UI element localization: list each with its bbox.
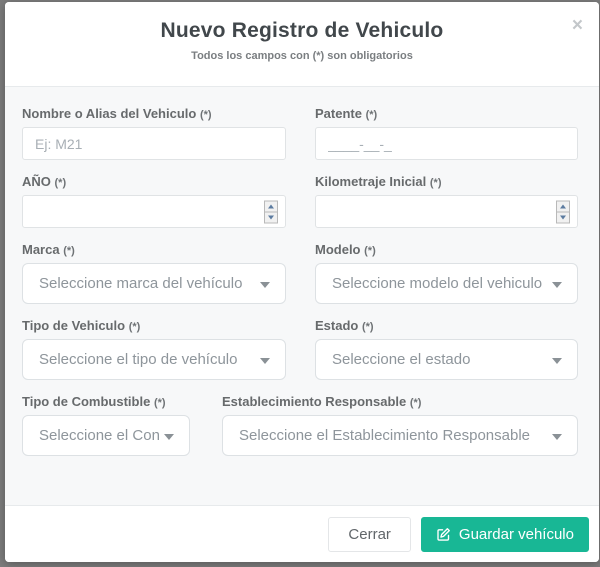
edit-icon <box>436 527 451 542</box>
chevron-down-icon <box>552 282 562 288</box>
kilometraje-spinner <box>556 200 570 223</box>
field-tipo-vehiculo: Tipo de Vehiculo (*) Seleccione el tipo … <box>22 318 286 380</box>
anio-label: AÑO (*) <box>22 174 286 189</box>
field-nombre: Nombre o Alias del Vehiculo (*) <box>22 106 286 160</box>
kilometraje-input[interactable] <box>315 195 578 228</box>
guardar-vehiculo-button[interactable]: Guardar vehículo <box>421 517 589 552</box>
combustible-label-text: Tipo de Combustible <box>22 394 150 409</box>
kilometraje-spinner-down-icon[interactable] <box>556 212 570 223</box>
form-row-1: Nombre o Alias del Vehiculo (*) Patente … <box>22 106 583 160</box>
estado-required-mark: (*) <box>362 321 374 333</box>
modelo-select[interactable]: Seleccione modelo del vehiculo <box>315 263 578 304</box>
tipo-vehiculo-label-text: Tipo de Vehiculo <box>22 318 125 333</box>
anio-spinner <box>264 200 278 223</box>
form-row-4: Tipo de Vehiculo (*) Seleccione el tipo … <box>22 318 583 380</box>
chevron-down-icon <box>552 358 562 364</box>
nombre-label-text: Nombre o Alias del Vehiculo <box>22 106 196 121</box>
modal-title: Nuevo Registro de Vehiculo <box>5 19 599 43</box>
form-row-3: Marca (*) Seleccione marca del vehículo … <box>22 242 583 304</box>
anio-number-field <box>22 195 286 228</box>
anio-input[interactable] <box>22 195 286 228</box>
field-combustible: Tipo de Combustible (*) Seleccione el Co… <box>22 394 190 456</box>
establecimiento-select[interactable]: Seleccione el Establecimiento Responsabl… <box>222 415 578 456</box>
kilometraje-label-text: Kilometraje Inicial <box>315 174 426 189</box>
guardar-vehiculo-label: Guardar vehículo <box>459 526 574 543</box>
marca-required-mark: (*) <box>63 245 75 257</box>
chevron-down-icon <box>260 358 270 364</box>
tipo-vehiculo-label: Tipo de Vehiculo (*) <box>22 318 286 333</box>
field-kilometraje: Kilometraje Inicial (*) <box>315 174 578 228</box>
form-row-5: Tipo de Combustible (*) Seleccione el Co… <box>22 394 583 456</box>
anio-label-text: AÑO <box>22 174 51 189</box>
chevron-down-icon <box>164 434 174 440</box>
modelo-select-value: Seleccione modelo del vehiculo <box>332 275 542 292</box>
establecimiento-label: Establecimiento Responsable (*) <box>222 394 578 409</box>
chevron-down-icon <box>552 434 562 440</box>
form-row-2: AÑO (*) Kilometraje Inicial (*) <box>22 174 583 228</box>
kilometraje-label: Kilometraje Inicial (*) <box>315 174 578 189</box>
marca-label: Marca (*) <box>22 242 286 257</box>
tipo-vehiculo-select[interactable]: Seleccione el tipo de vehículo <box>22 339 286 380</box>
nombre-required-mark: (*) <box>200 109 212 121</box>
patente-label: Patente (*) <box>315 106 578 121</box>
anio-spinner-down-icon[interactable] <box>264 212 278 223</box>
combustible-select[interactable]: Seleccione el Con <box>22 415 190 456</box>
patente-required-mark: (*) <box>366 109 378 121</box>
modelo-label: Modelo (*) <box>315 242 578 257</box>
combustible-select-value: Seleccione el Con <box>39 427 159 444</box>
tipo-vehiculo-select-value: Seleccione el tipo de vehículo <box>39 351 237 368</box>
close-icon[interactable]: × <box>572 16 583 35</box>
tipo-vehiculo-required-mark: (*) <box>129 321 141 333</box>
modal-footer: Cerrar Guardar vehículo <box>5 505 599 562</box>
patente-input[interactable] <box>315 127 578 160</box>
establecimiento-required-mark: (*) <box>410 397 422 409</box>
modelo-label-text: Modelo <box>315 242 361 257</box>
field-estado: Estado (*) Seleccione el estado <box>315 318 578 380</box>
establecimiento-label-text: Establecimiento Responsable <box>222 394 406 409</box>
anio-required-mark: (*) <box>55 177 67 189</box>
estado-label-text: Estado <box>315 318 358 333</box>
marca-label-text: Marca <box>22 242 60 257</box>
cerrar-button[interactable]: Cerrar <box>328 517 411 552</box>
field-marca: Marca (*) Seleccione marca del vehículo <box>22 242 286 304</box>
field-establecimiento: Establecimiento Responsable (*) Seleccio… <box>222 394 578 456</box>
establecimiento-select-value: Seleccione el Establecimiento Responsabl… <box>239 427 530 444</box>
marca-select-value: Seleccione marca del vehículo <box>39 275 242 292</box>
estado-label: Estado (*) <box>315 318 578 333</box>
kilometraje-spinner-up-icon[interactable] <box>556 200 570 212</box>
combustible-label: Tipo de Combustible (*) <box>22 394 190 409</box>
kilometraje-number-field <box>315 195 578 228</box>
kilometraje-required-mark: (*) <box>430 177 442 189</box>
combustible-required-mark: (*) <box>154 397 166 409</box>
anio-spinner-up-icon[interactable] <box>264 200 278 212</box>
field-modelo: Modelo (*) Seleccione modelo del vehicul… <box>315 242 578 304</box>
modelo-required-mark: (*) <box>364 245 376 257</box>
new-vehicle-modal: Nuevo Registro de Vehiculo Todos los cam… <box>5 2 599 562</box>
modal-header: Nuevo Registro de Vehiculo Todos los cam… <box>5 2 599 87</box>
field-patente: Patente (*) <box>315 106 578 160</box>
estado-select-value: Seleccione el estado <box>332 351 470 368</box>
modal-body: Nombre o Alias del Vehiculo (*) Patente … <box>5 87 599 505</box>
patente-label-text: Patente <box>315 106 362 121</box>
field-anio: AÑO (*) <box>22 174 286 228</box>
estado-select[interactable]: Seleccione el estado <box>315 339 578 380</box>
modal-subtitle: Todos los campos con (*) son obligatorio… <box>5 50 599 62</box>
nombre-label: Nombre o Alias del Vehiculo (*) <box>22 106 286 121</box>
marca-select[interactable]: Seleccione marca del vehículo <box>22 263 286 304</box>
nombre-input[interactable] <box>22 127 286 160</box>
chevron-down-icon <box>260 282 270 288</box>
